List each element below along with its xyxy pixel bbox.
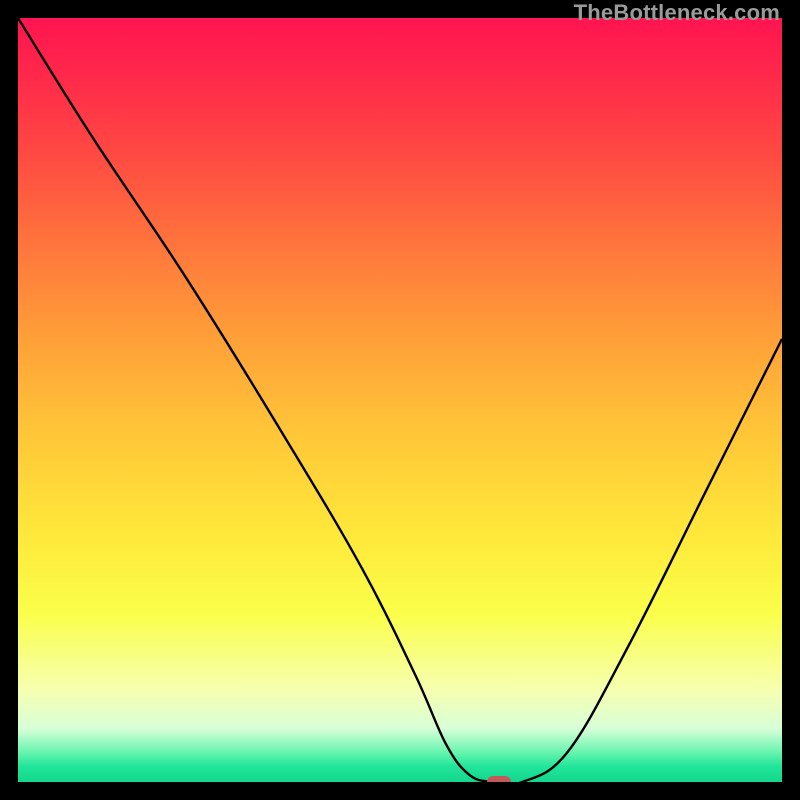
minimum-marker xyxy=(487,776,511,782)
curve-svg xyxy=(18,18,782,782)
plot-area xyxy=(18,18,782,782)
watermark-text: TheBottleneck.com xyxy=(574,0,780,26)
chart-frame: TheBottleneck.com xyxy=(0,0,800,800)
bottleneck-curve xyxy=(18,18,782,782)
